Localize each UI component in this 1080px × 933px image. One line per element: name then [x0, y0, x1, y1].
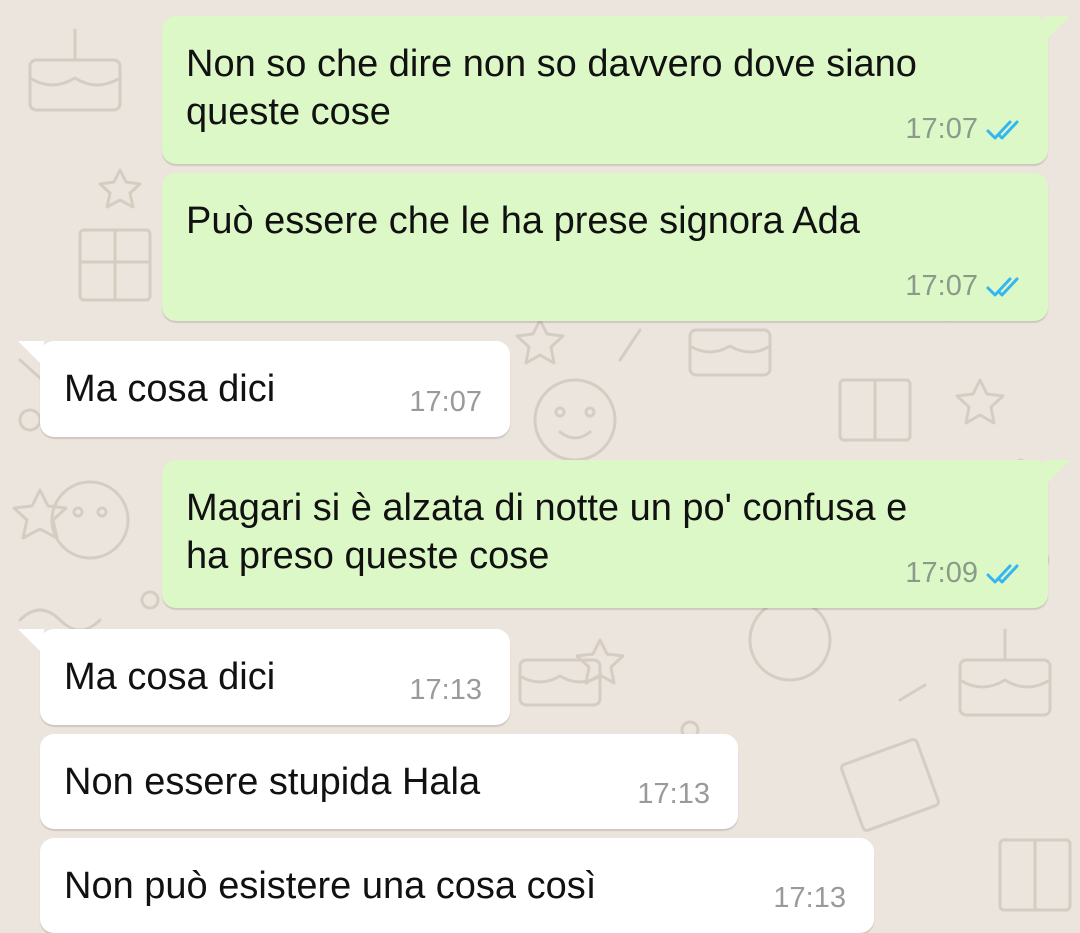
double-check-icon — [986, 120, 1019, 139]
message-time: 17:07 — [409, 386, 482, 418]
message-text: Ma cosa dici — [64, 368, 276, 410]
message-time: 17:07 — [905, 270, 978, 302]
chat-message-list[interactable]: Non so che dire non so davvero dove sian… — [0, 0, 1080, 933]
outgoing-message[interactable]: Può essere che le ha prese signora Ada 1… — [162, 173, 1048, 321]
message-time: 17:13 — [637, 778, 710, 810]
outgoing-message[interactable]: Magari si è alzata di notte un po' confu… — [162, 460, 1070, 608]
message-time: 17:07 — [905, 113, 978, 145]
message-text: Non essere stupida Hala — [64, 761, 481, 803]
message-meta: 17:07 — [409, 386, 482, 419]
bubble-tail — [1044, 16, 1070, 42]
message-time: 17:13 — [773, 882, 846, 914]
message-text: Magari si è alzata di notte un po' confu… — [186, 487, 908, 577]
bubble-tail — [18, 629, 44, 655]
message-text: Non so che dire non so davvero dove sian… — [186, 43, 917, 133]
outgoing-message[interactable]: Non so che dire non so davvero dove sian… — [162, 16, 1070, 164]
message-meta: 17:07 — [905, 270, 1020, 303]
double-check-icon — [986, 564, 1019, 583]
message-text: Non può esistere una cosa così — [64, 865, 597, 907]
bubble-tail — [1044, 460, 1070, 486]
message-meta: 17:13 — [637, 778, 710, 811]
message-text: Può essere che le ha prese signora Ada — [186, 200, 860, 242]
message-time: 17:09 — [905, 557, 978, 589]
incoming-message[interactable]: Ma cosa dici 17:07 — [18, 341, 510, 437]
bubble-tail — [18, 341, 44, 367]
message-text: Ma cosa dici — [64, 656, 276, 698]
double-check-icon — [986, 277, 1019, 296]
incoming-message[interactable]: Ma cosa dici 17:13 — [18, 629, 510, 725]
incoming-message[interactable]: Non può esistere una cosa così 17:13 — [40, 838, 874, 933]
message-time: 17:13 — [409, 674, 482, 706]
message-meta: 17:09 — [905, 557, 1020, 590]
message-meta: 17:13 — [409, 674, 482, 707]
message-meta: 17:13 — [773, 882, 846, 915]
message-meta: 17:07 — [905, 113, 1020, 146]
incoming-message[interactable]: Non essere stupida Hala 17:13 — [40, 734, 738, 829]
